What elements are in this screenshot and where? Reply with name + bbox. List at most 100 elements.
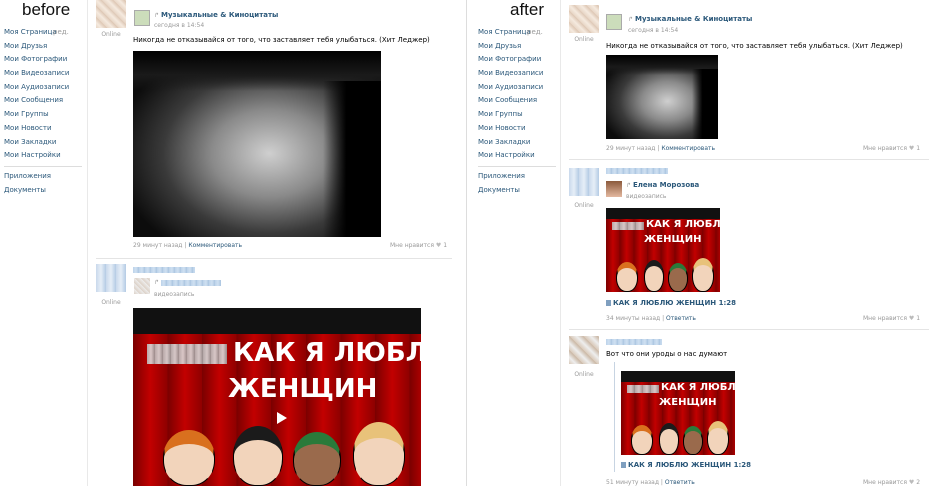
video-link-label: КАК Я ЛЮБЛЮ ЖЕНЩИН 1:28	[613, 299, 737, 307]
post-time[interactable]: сегодня в 14:54	[628, 27, 678, 34]
cartoon-woman-1	[163, 430, 215, 486]
like-button[interactable]: Мне нравится ♥ 2	[863, 479, 920, 486]
cartoon-woman-2	[644, 260, 664, 292]
cartoon-woman-1	[631, 425, 653, 455]
video-title-line2: ЖЕНЩИН	[644, 234, 702, 245]
like-label: Мне нравится	[863, 479, 907, 486]
author-name-blurred[interactable]	[133, 267, 195, 273]
cartoon-woman-4	[707, 421, 729, 455]
video-title-line2: ЖЕНЩИН	[228, 374, 378, 404]
video-header	[133, 308, 421, 334]
group-name-blurred[interactable]	[161, 280, 221, 286]
author-avatar[interactable]	[606, 181, 622, 197]
cartoon-woman-4	[692, 258, 714, 292]
group-avatar[interactable]	[606, 14, 622, 30]
repost-icon: ↱	[154, 12, 160, 19]
author-name-blurred[interactable]	[606, 168, 668, 174]
post-footer: 51 минуту назад | Ответить	[606, 479, 695, 486]
online-status: Online	[574, 202, 594, 209]
heart-icon: ♥	[908, 145, 915, 152]
avatar[interactable]	[96, 264, 126, 292]
post-time[interactable]: сегодня в 14:54	[154, 22, 204, 29]
like-count: 1	[916, 315, 921, 322]
video-title-line1: КАК Я ЛЮБЛЮ	[661, 382, 735, 393]
heart-icon: ♥	[908, 479, 915, 486]
like-label: Мне нравится	[863, 145, 907, 152]
like-count: 2	[916, 479, 921, 486]
cartoon-woman-4	[353, 422, 405, 486]
heart-icon: ♥	[908, 315, 915, 322]
post-text: Вот что они уроды о нас думают	[606, 350, 728, 358]
video-thumbnail[interactable]: КАК Я ЛЮБЛЮ ЖЕНЩИН	[621, 371, 735, 455]
video-link[interactable]: КАК Я ЛЮБЛЮ ЖЕНЩИН 1:28	[621, 461, 751, 469]
post-type: видеозапись	[626, 193, 667, 200]
author-name-blurred[interactable]	[606, 339, 662, 345]
repost-icon: ↱	[626, 182, 632, 189]
video-title-line2: ЖЕНЩИН	[659, 397, 717, 408]
cartoon-woman-3	[668, 263, 688, 292]
wall-post: Online ↱ Музыкальные & Киноцитаты сегодн…	[0, 0, 466, 260]
cartoon-woman-3	[293, 432, 341, 486]
heart-icon: ♥	[435, 242, 442, 249]
post-footer: 34 минуты назад | Ответить	[606, 315, 696, 322]
post-text: Никогда не отказывайся от того, что заст…	[133, 36, 430, 44]
like-button[interactable]: Мне нравится ♥ 1	[863, 145, 920, 152]
reply-link[interactable]: Ответить	[666, 315, 696, 322]
video-thumbnail[interactable]: КАК Я ЛЮБЛЮ ЖЕНЩИН	[606, 208, 720, 292]
avatar[interactable]	[96, 0, 126, 28]
group-name-link[interactable]: Музыкальные & Киноцитаты	[635, 15, 752, 23]
video-icon	[621, 462, 626, 468]
post-footer: 29 минут назад | Комментировать	[133, 242, 242, 249]
avatar[interactable]	[569, 168, 599, 196]
cartoon-woman-3	[683, 426, 703, 455]
author-avatar[interactable]	[134, 278, 150, 294]
online-status: Online	[101, 31, 121, 38]
video-link-label: КАК Я ЛЮБЛЮ ЖЕНЩИН 1:28	[628, 461, 752, 469]
video-icon	[606, 300, 611, 306]
online-status: Online	[574, 36, 594, 43]
heath-ledger-photo[interactable]	[606, 55, 718, 139]
post-divider	[569, 329, 929, 330]
like-label: Мне нравится	[390, 242, 434, 249]
comparison-divider	[466, 0, 467, 486]
blurred-text	[627, 385, 659, 393]
like-button[interactable]: Мне нравится ♥ 1	[863, 315, 920, 322]
post-text: Никогда не отказывайся от того, что заст…	[606, 42, 903, 50]
video-thumbnail[interactable]: КАК Я ЛЮБЛЮ ЖЕНЩИН	[133, 308, 421, 486]
blurred-text	[612, 222, 644, 230]
cartoon-woman-2	[659, 423, 679, 455]
post-footer-time: 29 минут назад	[133, 242, 183, 249]
repost-icon: ↱	[628, 16, 634, 23]
post-type: видеозапись	[154, 291, 195, 298]
wall-post: Online ↱ Елена Морозова видеозапись КАК …	[468, 165, 936, 330]
repost-icon: ↱	[154, 279, 160, 286]
video-header	[606, 208, 720, 219]
cartoon-woman-2	[233, 426, 283, 486]
blurred-text	[147, 344, 227, 364]
before-panel: before Моя Страница ред. Мои Друзья Мои Ф…	[0, 0, 466, 486]
video-title-line1: КАК Я ЛЮБЛЮ	[233, 338, 421, 368]
avatar[interactable]	[569, 336, 599, 364]
cartoon-woman-1	[616, 262, 638, 292]
comment-link[interactable]: Комментировать	[661, 145, 715, 152]
group-name-link[interactable]: Музыкальные & Киноцитаты	[161, 11, 278, 19]
repost-quote-bar	[614, 362, 615, 472]
wall-post: Online ↱ Музыкальные & Киноцитаты сегодн…	[468, 0, 936, 160]
like-button[interactable]: Мне нравится ♥ 1	[390, 242, 447, 249]
avatar[interactable]	[569, 5, 599, 33]
post-footer-time: 34 минуты назад	[606, 315, 661, 322]
like-label: Мне нравится	[863, 315, 907, 322]
video-header	[621, 371, 735, 382]
heath-ledger-photo[interactable]	[133, 51, 381, 237]
reply-link[interactable]: Ответить	[665, 479, 695, 486]
post-divider	[96, 258, 452, 259]
video-link[interactable]: КАК Я ЛЮБЛЮ ЖЕНЩИН 1:28	[606, 299, 736, 307]
play-icon[interactable]	[277, 412, 287, 424]
post-divider	[569, 159, 929, 160]
group-avatar[interactable]	[134, 10, 150, 26]
comment-link[interactable]: Комментировать	[188, 242, 242, 249]
video-title-line1: КАК Я ЛЮБЛЮ	[646, 219, 720, 230]
like-count: 1	[443, 242, 448, 249]
after-panel: after Моя Страница ред. Мои Друзья Мои Фо…	[468, 0, 936, 486]
author-name-link[interactable]: Елена Морозова	[633, 181, 699, 189]
